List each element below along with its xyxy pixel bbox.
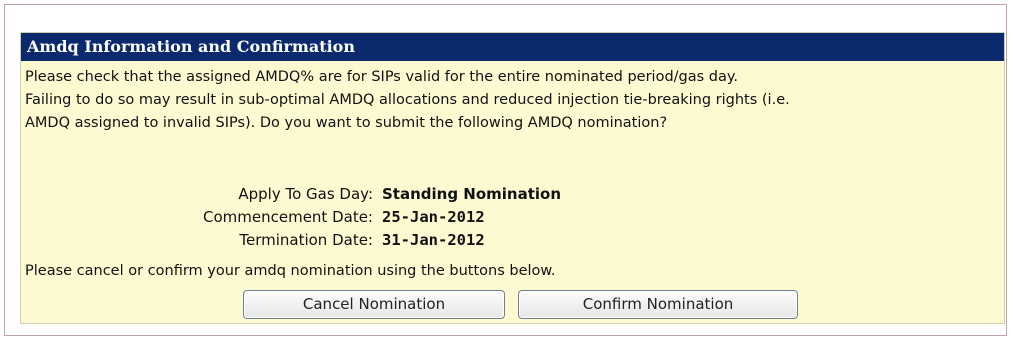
dialog-message: Please check that the assigned AMDQ% are… <box>25 66 1000 135</box>
termination-date-label: Termination Date: <box>239 231 373 249</box>
commencement-date-value: 25-Jan-2012 <box>382 208 485 226</box>
termination-date-value: 31-Jan-2012 <box>382 231 485 249</box>
gas-day-value: Standing Nomination <box>382 185 562 203</box>
termination-date-row: Termination Date: 31-Jan-2012 <box>21 229 1004 251</box>
message-line: Please check that the assigned AMDQ% are… <box>25 69 739 85</box>
commencement-date-row: Commencement Date: 25-Jan-2012 <box>21 206 1004 228</box>
cancel-nomination-button[interactable]: Cancel Nomination <box>243 290 505 319</box>
message-line: Failing to do so may result in sub-optim… <box>25 92 790 108</box>
message-line: AMDQ assigned to invalid SIPs). Do you w… <box>25 115 668 131</box>
gas-day-row: Apply To Gas Day: Standing Nomination <box>21 183 1004 205</box>
instruction-text: Please cancel or confirm your amdq nomin… <box>25 263 556 279</box>
dialog-title: Amdq Information and Confirmation <box>21 33 1004 61</box>
page-frame: Amdq Information and Confirmation Please… <box>4 4 1007 336</box>
commencement-date-label: Commencement Date: <box>203 208 373 226</box>
gas-day-label: Apply To Gas Day: <box>238 185 373 203</box>
amdq-confirmation-dialog: Amdq Information and Confirmation Please… <box>20 32 1005 324</box>
confirm-nomination-button[interactable]: Confirm Nomination <box>518 290 798 319</box>
